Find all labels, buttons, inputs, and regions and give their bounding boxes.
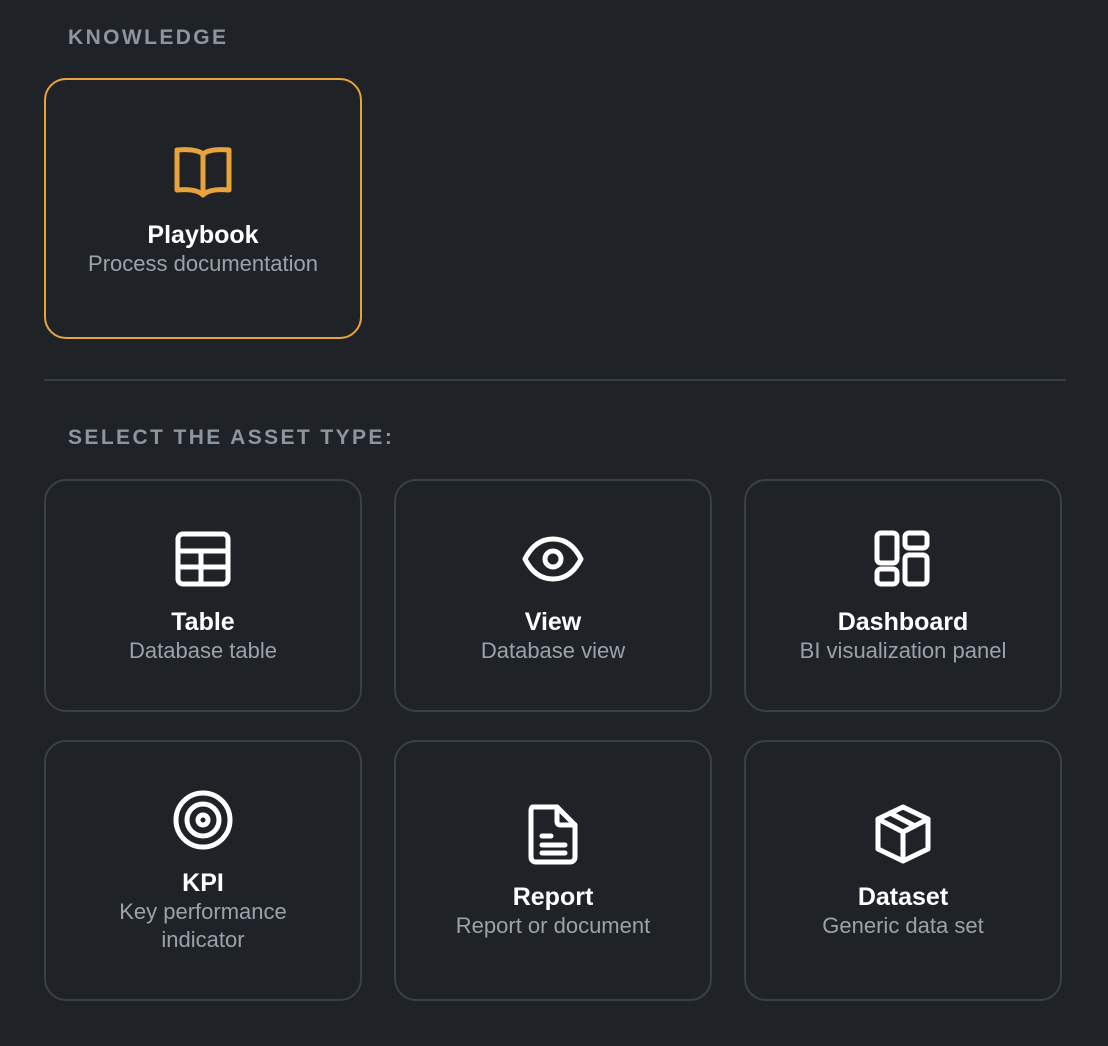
dashboard-icon	[871, 527, 935, 591]
card-title: Table	[171, 607, 235, 636]
card-title: Playbook	[147, 220, 259, 249]
card-kpi[interactable]: KPI Key performance indicator	[44, 740, 362, 1001]
card-title: View	[524, 607, 582, 636]
knowledge-heading: KNOWLEDGE	[68, 26, 229, 49]
card-description: Database view	[480, 637, 626, 663]
book-icon	[171, 140, 235, 204]
card-title: KPI	[182, 868, 224, 897]
document-icon	[521, 802, 585, 866]
table-icon	[171, 527, 235, 591]
card-title: Dataset	[857, 882, 949, 911]
asset-type-heading: SELECT THE ASSET TYPE:	[68, 426, 395, 449]
card-description: BI visualization panel	[799, 637, 1007, 663]
section-divider	[44, 379, 1066, 381]
card-description: Report or document	[455, 912, 651, 938]
card-dataset[interactable]: Dataset Generic data set	[744, 740, 1062, 1001]
card-report[interactable]: Report Report or document	[394, 740, 712, 1001]
target-icon	[171, 788, 235, 852]
card-table[interactable]: Table Database table	[44, 479, 362, 712]
box-icon	[871, 802, 935, 866]
eye-icon	[521, 527, 585, 591]
card-dashboard[interactable]: Dashboard BI visualization panel	[744, 479, 1062, 712]
card-description: Generic data set	[822, 912, 984, 938]
card-description: Key performance indicator	[119, 898, 287, 952]
card-title: Dashboard	[837, 607, 969, 636]
card-view[interactable]: View Database view	[394, 479, 712, 712]
card-title: Report	[512, 882, 594, 911]
card-playbook[interactable]: Playbook Process documentation	[44, 78, 362, 339]
card-description: Database table	[129, 637, 277, 663]
asset-type-picker: KNOWLEDGE Playbook Process documentation…	[0, 0, 1108, 1046]
card-description: Process documentation	[88, 250, 318, 276]
